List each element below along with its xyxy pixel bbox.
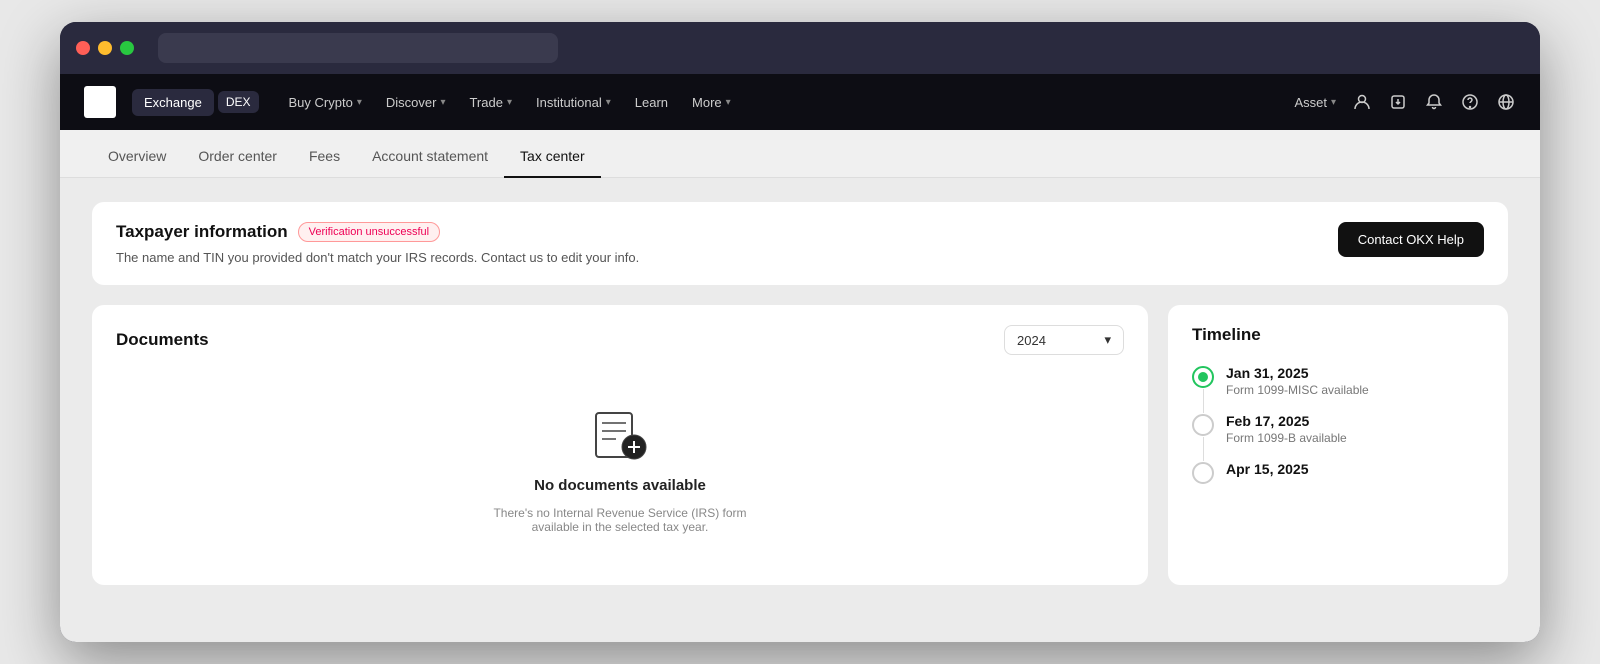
chevron-icon: ▾ [357,97,362,108]
main-content: Taxpayer information Verification unsucc… [60,178,1540,642]
user-icon[interactable] [1352,92,1372,112]
traffic-light-yellow[interactable] [98,41,112,55]
browser-chrome [60,22,1540,74]
traffic-light-green[interactable] [120,41,134,55]
nav-buy-crypto[interactable]: Buy Crypto ▾ [279,89,372,116]
documents-header: Documents 2024 ▾ [116,325,1124,355]
address-bar[interactable] [158,33,558,63]
timeline-item-1: Jan 31, 2025 Form 1099-MISC available [1192,365,1484,413]
taxpayer-info-title: Taxpayer information Verification unsucc… [116,222,639,242]
documents-empty-state: No documents available There's no Intern… [116,371,1124,564]
nav-logo [84,86,116,118]
chevron-icon: ▾ [440,97,445,108]
bottom-section: Documents 2024 ▾ [92,305,1508,585]
chevron-icon: ▾ [507,97,512,108]
nav-tab-exchange[interactable]: Exchange [132,89,214,116]
timeline-date-1: Jan 31, 2025 [1226,365,1369,381]
chevron-icon: ▾ [726,97,731,108]
nav-discover[interactable]: Discover ▾ [376,89,456,116]
sub-nav-overview[interactable]: Overview [92,136,182,178]
help-icon[interactable] [1460,92,1480,112]
chevron-icon: ▾ [1331,97,1336,108]
timeline-date-2: Feb 17, 2025 [1226,413,1347,429]
navbar: Exchange DEX Buy Crypto ▾ Discover ▾ Tra… [60,74,1540,130]
timeline-dot-1 [1192,366,1214,388]
documents-empty-title: No documents available [534,477,706,494]
timeline-item-2: Feb 17, 2025 Form 1099-B available [1192,413,1484,461]
sub-nav-order-center[interactable]: Order center [182,136,293,178]
timeline-info-1: Jan 31, 2025 Form 1099-MISC available [1226,365,1369,397]
taxpayer-info-left: Taxpayer information Verification unsucc… [116,222,639,265]
browser-window: Exchange DEX Buy Crypto ▾ Discover ▾ Tra… [60,22,1540,642]
taxpayer-info-description: The name and TIN you provided don't matc… [116,250,639,265]
nav-right: Asset ▾ [1294,92,1516,112]
asset-menu[interactable]: Asset ▾ [1294,95,1336,110]
timeline-items: Jan 31, 2025 Form 1099-MISC available Fe… [1192,365,1484,500]
traffic-lights [76,41,134,55]
timeline-dot-2 [1192,414,1214,436]
sub-nav-tax-center[interactable]: Tax center [504,136,601,178]
timeline-item-3: Apr 15, 2025 [1192,461,1484,500]
taxpayer-info-card: Taxpayer information Verification unsucc… [92,202,1508,285]
year-selector[interactable]: 2024 ▾ [1004,325,1124,355]
nav-tab-dex[interactable]: DEX [218,91,259,113]
documents-title: Documents [116,330,209,350]
nav-menu-items: Buy Crypto ▾ Discover ▾ Trade ▾ Institut… [279,89,741,116]
no-documents-icon [588,401,652,465]
sub-nav-account-statement[interactable]: Account statement [356,136,504,178]
nav-trade[interactable]: Trade ▾ [459,89,522,116]
timeline-date-3: Apr 15, 2025 [1226,461,1309,477]
documents-empty-description: There's no Internal Revenue Service (IRS… [470,506,770,534]
nav-learn[interactable]: Learn [625,89,678,116]
timeline-dot-3 [1192,462,1214,484]
nav-more[interactable]: More ▾ [682,89,741,116]
contact-okx-help-button[interactable]: Contact OKX Help [1338,222,1484,257]
nav-institutional[interactable]: Institutional ▾ [526,89,621,116]
chevron-icon: ▾ [606,97,611,108]
timeline-info-3: Apr 15, 2025 [1226,461,1309,484]
traffic-light-red[interactable] [76,41,90,55]
nav-tabs: Exchange DEX [132,89,259,116]
timeline-title: Timeline [1192,325,1484,345]
logo-icon [84,86,116,118]
verification-badge: Verification unsuccessful [298,222,440,242]
timeline-label-1: Form 1099-MISC available [1226,383,1369,397]
timeline-label-2: Form 1099-B available [1226,431,1347,445]
chevron-down-icon: ▾ [1104,332,1111,348]
app-content: Exchange DEX Buy Crypto ▾ Discover ▾ Tra… [60,74,1540,642]
documents-card: Documents 2024 ▾ [92,305,1148,585]
timeline-card: Timeline Jan 31, 2025 Form 1099-MISC ava… [1168,305,1508,585]
sub-nav-fees[interactable]: Fees [293,136,356,178]
bell-icon[interactable] [1424,92,1444,112]
globe-icon[interactable] [1496,92,1516,112]
sub-nav: Overview Order center Fees Account state… [60,130,1540,178]
download-icon[interactable] [1388,92,1408,112]
timeline-info-2: Feb 17, 2025 Form 1099-B available [1226,413,1347,445]
